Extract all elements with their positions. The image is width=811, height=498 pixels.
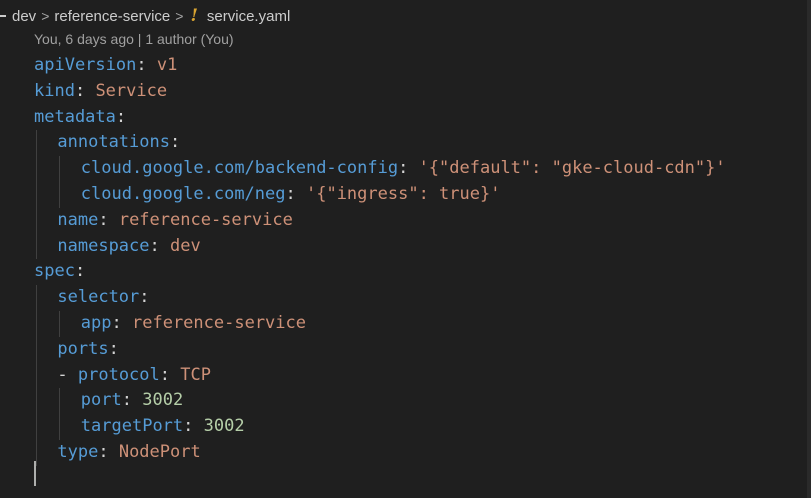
- code-line[interactable]: kind: Service: [34, 79, 726, 105]
- indent-guide: [36, 285, 37, 311]
- code-line[interactable]: port: 3002: [34, 388, 726, 415]
- indent-guide: [36, 439, 37, 466]
- indent-guide: [59, 181, 61, 208]
- code-line[interactable]: - protocol: TCP: [34, 362, 726, 389]
- code-line[interactable]: name: reference-service: [34, 207, 726, 234]
- code-line[interactable]: metadata:: [34, 105, 726, 131]
- indent-guide: [59, 156, 61, 182]
- yaml-key: spec: [34, 261, 75, 282]
- yaml-value: dev: [170, 235, 201, 256]
- yaml-value: '{"default": "gke-cloud-cdn"}': [418, 158, 726, 179]
- yaml-key: annotations: [57, 132, 170, 153]
- yaml-key: cloud.google.com/backend-config: [80, 158, 399, 179]
- yaml-colon: :: [115, 106, 127, 127]
- yaml-key: ports: [57, 338, 109, 359]
- code-line[interactable]: namespace: dev: [34, 233, 726, 260]
- yaml-key: targetPort: [80, 416, 184, 437]
- code-lines[interactable]: apiVersion: v1 kind: Service metadata: anno…: [34, 53, 726, 492]
- list-dash: -: [57, 364, 78, 385]
- indent-guide: [59, 388, 61, 415]
- indent-guide: [59, 310, 61, 337]
- yaml-colon: :: [285, 183, 306, 204]
- yaml-colon: :: [74, 261, 86, 282]
- indent-guide: [36, 362, 37, 389]
- indent-guide: [36, 310, 37, 337]
- yaml-key: cloud.google.com/neg: [80, 183, 286, 204]
- yaml-value: NodePort: [118, 441, 201, 462]
- code-line[interactable]: spec:: [34, 259, 726, 285]
- yaml-value: v1: [156, 55, 178, 75]
- indent-guide: [36, 156, 37, 182]
- code-line[interactable]: app: reference-service: [34, 310, 726, 337]
- yaml-colon: :: [108, 338, 119, 359]
- yaml-colon: :: [139, 287, 150, 308]
- yaml-colon: :: [74, 80, 96, 101]
- yaml-colon: :: [159, 364, 181, 385]
- yaml-colon: :: [183, 416, 204, 437]
- yaml-key: protocol: [77, 364, 160, 385]
- yaml-value: reference-service: [132, 312, 306, 333]
- yaml-colon: :: [98, 209, 119, 230]
- yaml-key: selector: [57, 287, 140, 308]
- breadcrumb-item-file[interactable]: service.yaml: [207, 8, 290, 25]
- git-blame-codelens[interactable]: You, 6 days ago | 1 author (You): [34, 31, 234, 47]
- code-line[interactable]: cloud.google.com/neg: '{"ingress": true}…: [34, 181, 726, 208]
- code-line[interactable]: type: NodePort: [34, 439, 726, 466]
- yaml-key: app: [80, 312, 112, 333]
- breadcrumb-item-dev[interactable]: dev: [12, 8, 36, 25]
- yaml-key: namespace: [57, 235, 150, 256]
- breadcrumb-separator: >: [41, 8, 50, 24]
- code-line[interactable]: selector:: [34, 285, 726, 311]
- yaml-colon: :: [398, 158, 419, 179]
- breadcrumb-separator: >: [175, 8, 184, 24]
- yaml-key: kind: [34, 80, 75, 101]
- indent-guide: [36, 388, 37, 415]
- code-line[interactable]: targetPort: 3002: [34, 414, 726, 440]
- indent-guide: [36, 233, 37, 260]
- yaml-value: reference-service: [118, 209, 293, 230]
- yaml-file-icon: !: [190, 6, 198, 26]
- code-line[interactable]: apiVersion: v1: [34, 53, 726, 79]
- yaml-value: '{"ingress": true}': [305, 183, 501, 204]
- yaml-value: 3002: [142, 390, 184, 411]
- yaml-key: type: [57, 441, 99, 462]
- yaml-key: metadata: [34, 106, 116, 127]
- yaml-value: TCP: [180, 364, 211, 385]
- yaml-key: apiVersion: [34, 55, 137, 75]
- yaml-colon: :: [136, 55, 157, 75]
- indent-guide: [36, 130, 37, 157]
- yaml-key: port: [80, 390, 122, 411]
- editor-scrollbar-edge: [807, 0, 811, 498]
- yaml-value: Service: [95, 80, 168, 101]
- yaml-colon: :: [98, 441, 119, 462]
- code-editor[interactable]: dev > reference-service > ! service.yaml…: [0, 0, 811, 498]
- yaml-key: name: [57, 209, 99, 230]
- code-line[interactable]: ports:: [34, 336, 726, 363]
- breadcrumb-item-reference-service[interactable]: reference-service: [54, 8, 170, 25]
- yaml-colon: :: [121, 390, 143, 411]
- indent-guide: [36, 181, 37, 208]
- yaml-colon: :: [111, 312, 132, 333]
- indent-guide: [36, 207, 37, 234]
- code-line[interactable]: cloud.google.com/backend-config: '{"defa…: [34, 156, 726, 182]
- indent-guide: [36, 414, 37, 440]
- yaml-colon: :: [169, 132, 181, 153]
- indent-guide: [36, 336, 37, 363]
- yaml-value: 3002: [203, 416, 245, 437]
- text-cursor: [34, 461, 36, 486]
- code-line[interactable]: annotations:: [34, 130, 726, 157]
- breadcrumb-leading-mark: [0, 15, 6, 17]
- breadcrumb: dev > reference-service > ! service.yaml: [0, 4, 290, 28]
- indent-guide: [59, 414, 61, 440]
- yaml-colon: :: [149, 235, 170, 256]
- code-line[interactable]: [34, 466, 726, 492]
